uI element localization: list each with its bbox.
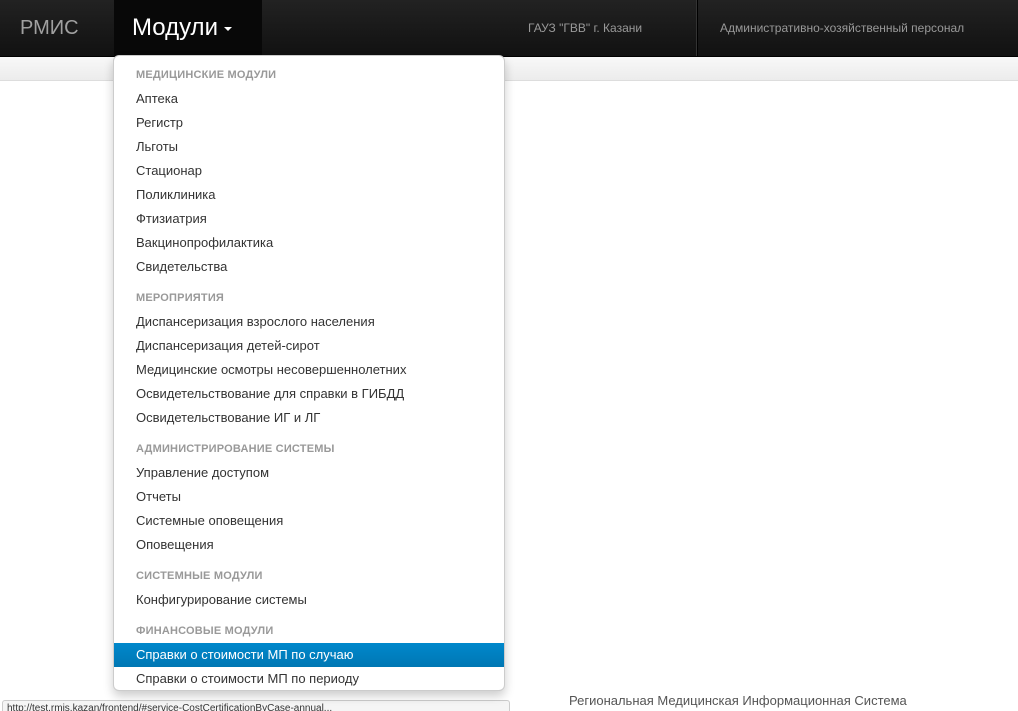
dropdown-section-gap	[114, 557, 504, 564]
dropdown-section-header: АДМИНИСТРИРОВАНИЕ СИСТЕМЫ	[136, 443, 335, 455]
dropdown-menu-item[interactable]: Освидетельствование для справки в ГИБДД	[114, 382, 504, 406]
dropdown-menu-item[interactable]: Справки о стоимости МП по случаю	[114, 643, 504, 667]
dropdown-menu-item[interactable]: Вакцинопрофилактика	[114, 231, 504, 255]
dropdown-menu-item[interactable]: Конфигурирование системы	[114, 588, 504, 612]
nav-divider	[696, 0, 698, 56]
dropdown-menu-item[interactable]: Свидетельства	[114, 255, 504, 279]
dropdown-section-gap	[114, 612, 504, 619]
modules-label: Модули	[132, 14, 218, 41]
dropdown-menu-item[interactable]: Поликлиника	[114, 183, 504, 207]
modules-menu-toggle[interactable]: Модули	[114, 0, 262, 56]
dropdown-menu-item[interactable]: Освидетельствование ИГ и ЛГ	[114, 406, 504, 430]
dropdown-section-gap	[114, 430, 504, 437]
dropdown-menu-item[interactable]: Справки о стоимости МП по периоду	[114, 667, 504, 691]
dropdown-menu-item[interactable]: Льготы	[114, 135, 504, 159]
footer-text: Региональная Медицинская Информационная …	[569, 693, 907, 708]
status-url-bar: http://test.rmis.kazan/frontend/#service…	[2, 700, 510, 711]
dropdown-section-header: МЕРОПРИЯТИЯ	[136, 292, 225, 304]
dropdown-section-header: СИСТЕМНЫЕ МОДУЛИ	[136, 570, 263, 582]
dropdown-menu-item[interactable]: Диспансеризация взрослого населения	[114, 310, 504, 334]
modules-dropdown-menu: МЕДИЦИНСКИЕ МОДУЛИ Аптека Регистр Льготы Ста…	[113, 55, 505, 691]
dropdown-menu-item[interactable]: Аптека	[114, 87, 504, 111]
dropdown-menu-item[interactable]: Стационар	[114, 159, 504, 183]
organization-link[interactable]: ГАУЗ "ГВВ" г. Казани	[528, 0, 642, 56]
dropdown-section-gap	[114, 279, 504, 286]
dropdown-section-header: МЕДИЦИНСКИЕ МОДУЛИ	[136, 69, 277, 81]
dropdown-menu-item[interactable]: Отчеты	[114, 485, 504, 509]
page: РМИС Модули ГАУЗ "ГВВ" г. Казани Админис…	[0, 0, 1018, 711]
dropdown-menu-item[interactable]: Управление доступом	[114, 461, 504, 485]
role-link[interactable]: Административно-хозяйственный персонал	[720, 0, 964, 56]
dropdown-menu-item[interactable]: Регистр	[114, 111, 504, 135]
brand-link[interactable]: РМИС	[20, 0, 79, 56]
dropdown-menu-item[interactable]: Оповещения	[114, 533, 504, 557]
dropdown-menu-item[interactable]: Диспансеризация детей-сирот	[114, 334, 504, 358]
dropdown-menu-item[interactable]: Медицинские осмотры несовершеннолетних	[114, 358, 504, 382]
caret-down-icon	[223, 26, 232, 31]
dropdown-section-header: ФИНАНСОВЫЕ МОДУЛИ	[136, 625, 274, 637]
dropdown-menu-item[interactable]: Системные оповещения	[114, 509, 504, 533]
dropdown-menu-item[interactable]: Фтизиатрия	[114, 207, 504, 231]
top-navbar: РМИС Модули ГАУЗ "ГВВ" г. Казани Админис…	[0, 0, 1018, 57]
